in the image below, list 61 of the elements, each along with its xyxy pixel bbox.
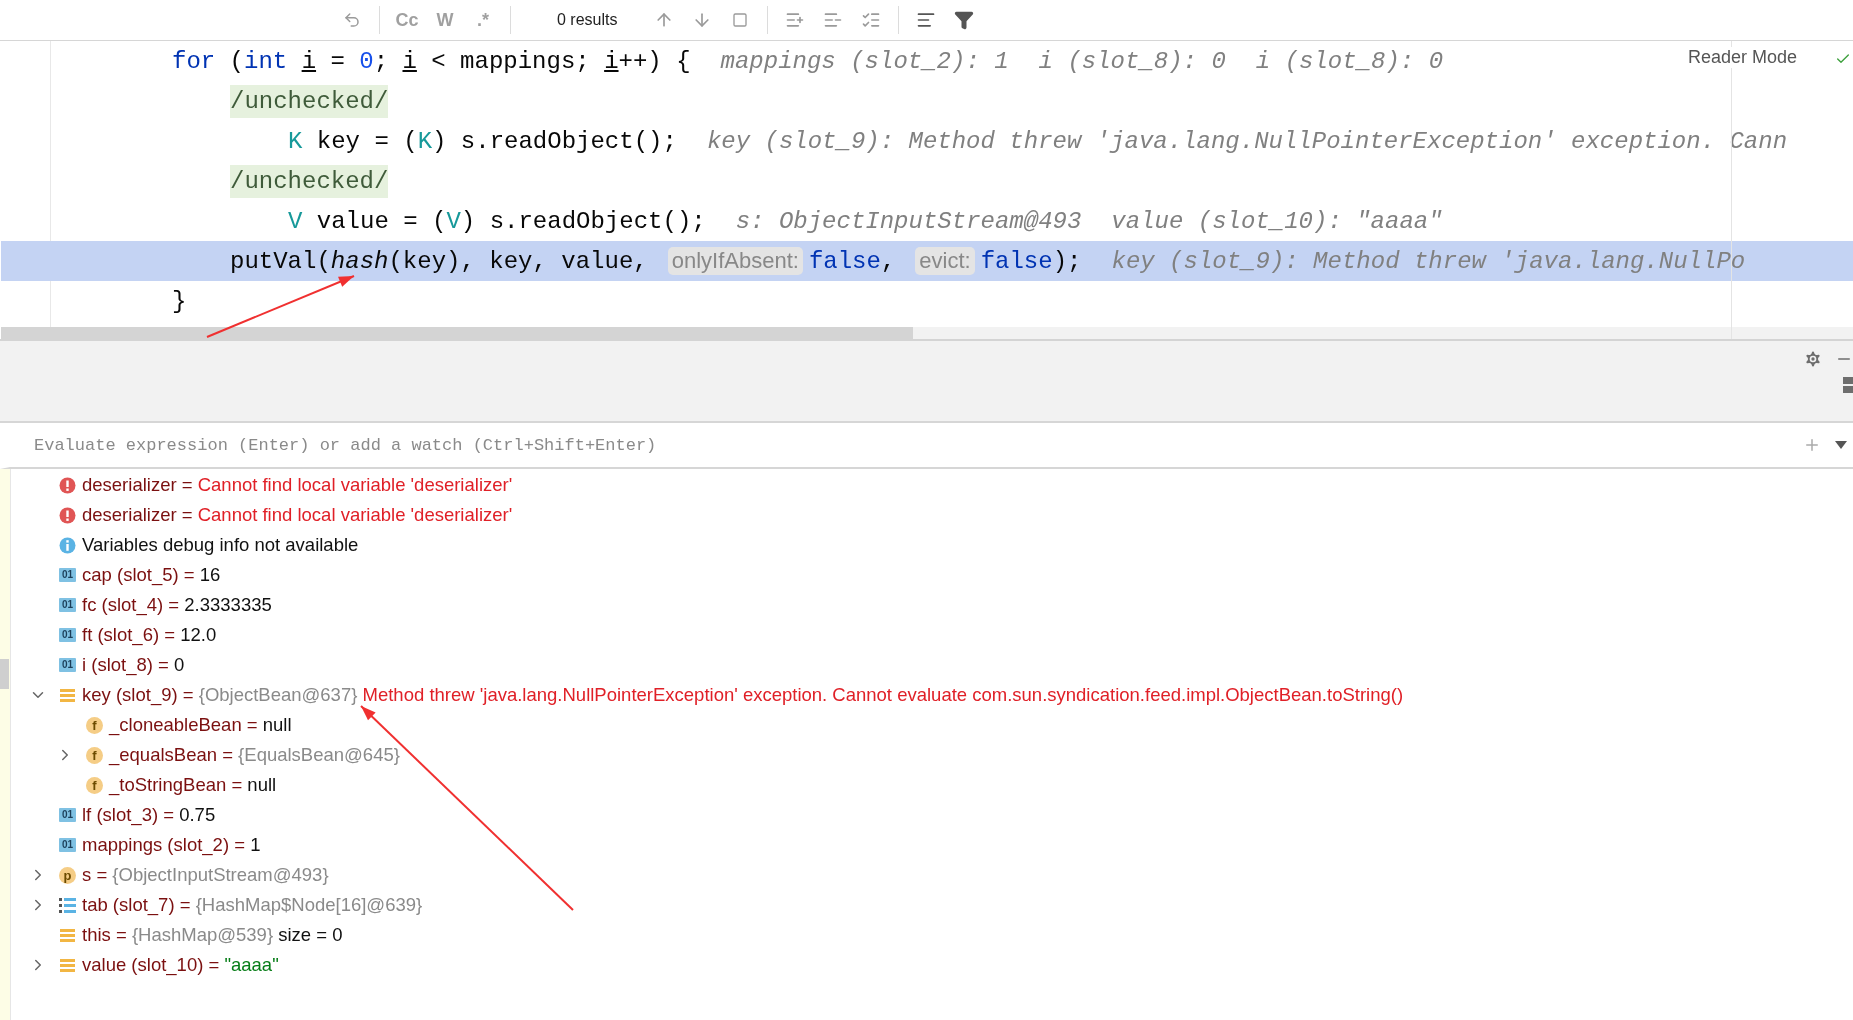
debug-value-hint: s: ObjectInputStream@493 — [735, 207, 1082, 235]
code-text: } — [172, 287, 187, 315]
code-text: for (int i = 0; i < mappings; i++) { — [172, 47, 691, 75]
debug-value-hint: i (slot_8): 0 — [1255, 47, 1444, 75]
object-icon — [59, 927, 76, 943]
variable-text: cap (slot_5) = 16 — [82, 564, 221, 586]
parameter-hint: evict: — [915, 247, 975, 275]
code-text: K key = (K) s.readObject(); — [288, 127, 677, 155]
primitive-icon: 01 — [59, 598, 76, 612]
folded-comment[interactable]: /unchecked/ — [230, 164, 389, 198]
reader-mode-link[interactable]: Reader Mode — [1687, 47, 1797, 68]
variable-text: mappings (slot_2) = 1 — [82, 834, 261, 856]
evaluate-field[interactable]: Evaluate expression (Enter) or add a watch (Ctrl+Shift+Enter) — [32, 434, 1803, 456]
info-icon — [59, 536, 76, 554]
variable-text: _toStringBean = null — [109, 774, 277, 796]
primitive-icon: 01 — [59, 808, 76, 822]
variable-text: _equalsBean = {EqualsBean@645} — [109, 744, 400, 766]
layout-icon[interactable] — [1843, 377, 1853, 393]
variable-text: s = {ObjectInputStream@493} — [82, 864, 329, 886]
code-text: putVal(hash(key), key, value, — [230, 247, 648, 275]
field-icon: f — [86, 746, 103, 764]
parameter-icon: p — [59, 866, 76, 884]
scrollbar-thumb[interactable] — [1, 327, 913, 339]
code-text: false, — [808, 247, 896, 275]
primitive-icon: 01 — [59, 568, 76, 582]
field-icon: f — [86, 776, 103, 794]
variable-text: deserializer = Cannot find local variable 'deserializer' — [82, 504, 513, 526]
primitive-icon: 01 — [59, 628, 76, 642]
field-icon: f — [86, 716, 103, 734]
variable-text: tab (slot_7) = {HashMap$Node[16]@639} — [82, 894, 423, 916]
array-icon — [59, 896, 76, 914]
variable-text: this = {HashMap@539} size = 0 — [82, 924, 343, 946]
variable-text: deserializer = Cannot find local variable 'deserializer' — [82, 474, 513, 496]
debug-value-hint: i (slot_8): 0 — [1038, 47, 1226, 75]
add-watch-icon[interactable] — [1803, 436, 1821, 454]
primitive-icon: 01 — [59, 658, 76, 672]
results-count: 0 results — [557, 11, 618, 29]
error-icon — [59, 506, 76, 524]
variable-text: value (slot_10) = "aaaa" — [82, 954, 279, 976]
parameter-hint: onlyIfAbsent: — [667, 247, 803, 275]
debug-value-hint: key (slot_9): Method threw 'java.lang.NullPointerException' exception. Cann — [706, 127, 1788, 155]
dropdown-caret-icon[interactable] — [1835, 441, 1847, 449]
variable-text: _cloneableBean = null — [109, 714, 292, 736]
variable-text: key (slot_9) = {ObjectBean@637} Method threw 'java.lang.NullPointerException' exception. Cannot evaluate com.sun.syndication.feed.impl.ObjectBean.toString() — [82, 684, 1404, 706]
variable-text: i (slot_8) = 0 — [82, 654, 185, 676]
variable-text: lf (slot_3) = 0.75 — [82, 804, 216, 826]
settings-icon[interactable] — [1803, 349, 1823, 369]
debug-value-hint: mappings (slot_2): 1 — [720, 47, 1009, 75]
debug-value-hint: key (slot_9): Method threw 'java.lang.NullPo — [1111, 247, 1746, 275]
variable-text: fc (slot_4) = 2.3333335 — [82, 594, 272, 616]
folded-comment[interactable]: /unchecked/ — [230, 84, 389, 118]
object-icon — [59, 687, 76, 703]
variable-text: ft (slot_6) = 12.0 — [82, 624, 217, 646]
debug-value-hint: value (slot_10): "aaaa" — [1111, 207, 1443, 235]
variable-text: Variables debug info not available — [82, 534, 359, 556]
object-icon — [59, 957, 76, 973]
primitive-icon: 01 — [59, 838, 76, 852]
scrollbar-thumb[interactable] — [0, 659, 9, 689]
code-text: V value = (V) s.readObject(); — [288, 207, 706, 235]
code-text: false); — [980, 247, 1082, 275]
error-icon — [59, 476, 76, 494]
